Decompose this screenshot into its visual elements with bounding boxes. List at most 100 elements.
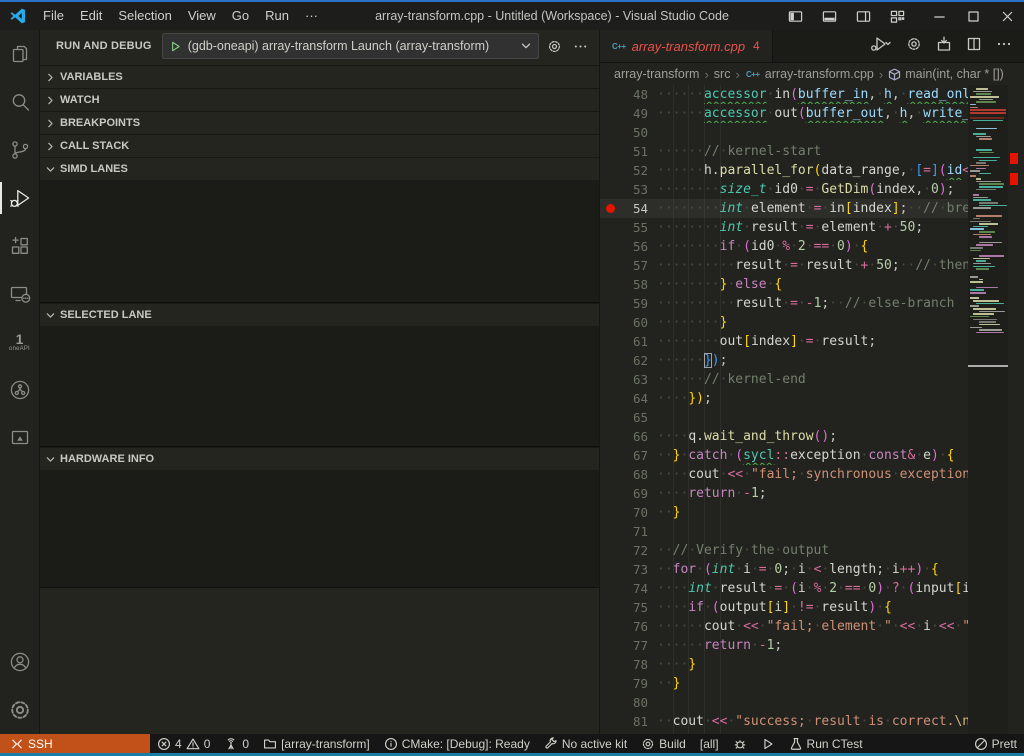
code-line-68[interactable]: 68····cout·<<·"fail;·synchronous·excepti…	[600, 465, 968, 484]
code-line-75[interactable]: 75····if·(output[i]·!=·result)·{	[600, 598, 968, 617]
status-remote-indicator[interactable]: SSH	[0, 734, 150, 753]
glyph-margin[interactable]	[600, 617, 620, 636]
code-line-52[interactable]: 52······h.parallel_for(data_range,·[=](i…	[600, 161, 968, 180]
section-variables[interactable]: VARIABLES	[40, 65, 599, 88]
menu-selection[interactable]: Selection	[110, 2, 179, 30]
maximize-button[interactable]	[956, 2, 990, 30]
glyph-margin[interactable]	[600, 541, 620, 560]
activity-extensions[interactable]	[0, 222, 40, 270]
split-editor-action[interactable]	[966, 36, 982, 57]
glyph-margin[interactable]	[600, 655, 620, 674]
layout-customize-button[interactable]	[880, 2, 914, 30]
status-problems[interactable]: 40	[150, 734, 217, 753]
status-cmake-kit[interactable]: No active kit	[537, 734, 634, 753]
glyph-margin[interactable]	[600, 560, 620, 579]
status-launch-button[interactable]	[754, 734, 782, 753]
code-line-73[interactable]: 73··for·(int·i·=·0;·i·<·length;·i++)·{	[600, 560, 968, 579]
glyph-margin[interactable]	[600, 370, 620, 389]
glyph-margin[interactable]	[600, 85, 620, 104]
code-line-55[interactable]: 55········int·result·=·element·+·50;	[600, 218, 968, 237]
glyph-margin[interactable]	[600, 218, 620, 237]
code-line-65[interactable]: 65	[600, 408, 968, 427]
code-line-77[interactable]: 77······return·-1;	[600, 636, 968, 655]
code-line-74[interactable]: 74····int·result·=·(i·%·2·==·0)·?·(input…	[600, 579, 968, 598]
glyph-margin[interactable]	[600, 427, 620, 446]
activity-output-panel[interactable]	[0, 414, 40, 462]
glyph-margin[interactable]	[600, 332, 620, 351]
glyph-margin[interactable]	[600, 446, 620, 465]
section-watch[interactable]: WATCH	[40, 88, 599, 111]
minimap[interactable]	[968, 85, 1008, 734]
glyph-margin[interactable]	[600, 389, 620, 408]
glyph-margin[interactable]	[600, 275, 620, 294]
glyph-margin[interactable]	[600, 180, 620, 199]
code-line-50[interactable]: 50	[600, 123, 968, 142]
glyph-margin[interactable]	[600, 522, 620, 541]
code-line-53[interactable]: 53········size_t·id0·=·GetDim(index,·0);	[600, 180, 968, 199]
code-line-76[interactable]: 76······cout·<<·"fail;·element·"·<<·i·<<…	[600, 617, 968, 636]
code-line-59[interactable]: 59··········result·=·-1;··//·else-branch	[600, 294, 968, 313]
debug-run-action[interactable]	[870, 36, 892, 57]
minimap-slider-edge[interactable]	[968, 365, 1008, 367]
section-selected-lane[interactable]: SELECTED LANE	[40, 303, 599, 326]
glyph-margin[interactable]	[600, 161, 620, 180]
menu-go[interactable]: Go	[224, 2, 257, 30]
activity-settings[interactable]	[0, 686, 40, 734]
code-line-62[interactable]: 62······});	[600, 351, 968, 370]
settings-action[interactable]	[906, 36, 922, 57]
code-line-49[interactable]: 49······accessor·out(buffer_out,·h,·writ…	[600, 104, 968, 123]
code-line-56[interactable]: 56········if·(id0·%·2·==·0)·{	[600, 237, 968, 256]
menu-[interactable]: ···	[297, 2, 326, 30]
debug-settings-button[interactable]	[543, 35, 565, 57]
activity-remote-explorer[interactable]	[0, 270, 40, 318]
section-hardware-info[interactable]: HARDWARE INFO	[40, 447, 599, 470]
menu-run[interactable]: Run	[257, 2, 297, 30]
status-build-target[interactable]: [all]	[693, 734, 726, 753]
glyph-margin[interactable]	[600, 104, 620, 123]
menu-edit[interactable]: Edit	[72, 2, 110, 30]
status-prettier[interactable]: Prett	[967, 734, 1024, 753]
glyph-margin[interactable]	[600, 693, 620, 712]
layout-sidebar-left-button[interactable]	[778, 2, 812, 30]
code-line-78[interactable]: 78····}	[600, 655, 968, 674]
debug-start-icon[interactable]	[169, 40, 182, 53]
breakpoint-indicator[interactable]	[600, 199, 620, 218]
glyph-margin[interactable]	[600, 484, 620, 503]
status-cmake-status[interactable]: CMake: [Debug]: Ready	[377, 734, 537, 753]
layout-sidebar-right-button[interactable]	[846, 2, 880, 30]
section-simd-lanes[interactable]: SIMD LANES	[40, 157, 599, 180]
code-line-60[interactable]: 60········}	[600, 313, 968, 332]
code-line-54[interactable]: 54········int·element·=·in[index];··//·b…	[600, 199, 968, 218]
code-line-61[interactable]: 61········out[index]·=·result;	[600, 332, 968, 351]
code-line-80[interactable]: 80	[600, 693, 968, 712]
status-run-ctest[interactable]: Run CTest	[782, 734, 870, 753]
code-line-69[interactable]: 69····return·-1;	[600, 484, 968, 503]
code-line-79[interactable]: 79··}	[600, 674, 968, 693]
glyph-margin[interactable]	[600, 237, 620, 256]
glyph-margin[interactable]	[600, 503, 620, 522]
code-line-71[interactable]: 71	[600, 522, 968, 541]
glyph-margin[interactable]	[600, 294, 620, 313]
minimize-button[interactable]	[922, 2, 956, 30]
code-line-66[interactable]: 66····q.wait_and_throw();	[600, 427, 968, 446]
import-action[interactable]	[936, 36, 952, 57]
status-cmake-project[interactable]: [array-transform]	[256, 734, 377, 753]
section-breakpoints[interactable]: BREAKPOINTS	[40, 111, 599, 134]
breadcrumb-item[interactable]: array-transform	[614, 67, 699, 81]
code-line-51[interactable]: 51······//·kernel-start	[600, 142, 968, 161]
glyph-margin[interactable]	[600, 256, 620, 275]
glyph-margin[interactable]	[600, 674, 620, 693]
status-debug-button[interactable]	[726, 734, 754, 753]
close-button[interactable]	[990, 2, 1024, 30]
section-call-stack[interactable]: CALL STACK	[40, 134, 599, 157]
activity-accounts[interactable]	[0, 638, 40, 686]
breadcrumb-item[interactable]: C++array-transform.cpp	[745, 67, 874, 81]
status-cmake-build[interactable]: Build	[634, 734, 693, 753]
code-line-48[interactable]: 48······accessor·in(buffer_in,·h,·read_o…	[600, 85, 968, 104]
glyph-margin[interactable]	[600, 598, 620, 617]
glyph-margin[interactable]	[600, 636, 620, 655]
glyph-margin[interactable]	[600, 142, 620, 161]
activity-oneapi[interactable]: 1oneAPI	[0, 318, 40, 366]
code-line-64[interactable]: 64····});	[600, 389, 968, 408]
debug-config-dropdown[interactable]: (gdb-oneapi) array-transform Launch (arr…	[162, 33, 539, 59]
